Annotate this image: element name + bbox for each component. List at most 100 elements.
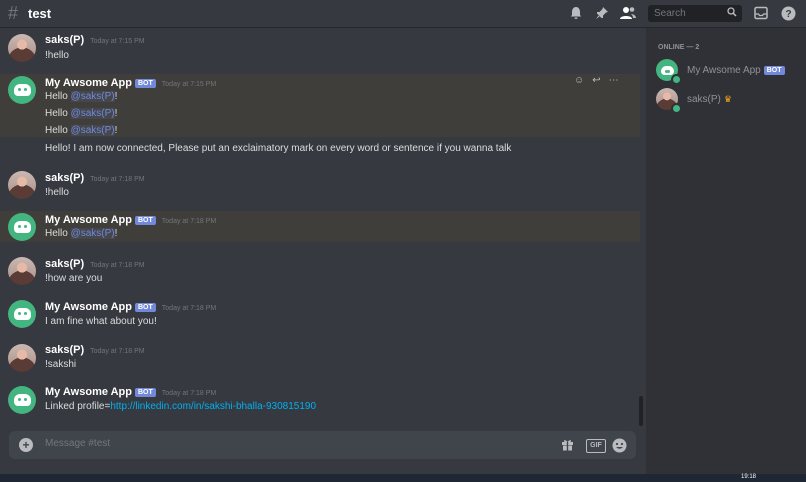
message-text: !how are you [45, 273, 103, 284]
message-text: Hello! I am now connected, Please put an… [45, 143, 512, 154]
help-icon[interactable]: ? [780, 5, 796, 21]
timestamp: Today at 7:15 PM [90, 38, 145, 45]
message-header: My Awsome App BOT Today at 7:15 PM [45, 77, 216, 89]
discord-logo-icon [13, 394, 31, 406]
author-name[interactable]: saks(P) [45, 34, 84, 46]
bot-avatar[interactable] [8, 76, 36, 104]
user-mention[interactable]: @saks(P) [70, 228, 115, 239]
message: saks(P) Today at 7:18 PM !how are you [0, 255, 640, 287]
user-avatar[interactable] [8, 344, 36, 372]
bot-tag: BOT [135, 303, 156, 312]
bot-tag: BOT [763, 66, 785, 75]
message-text: !hello [45, 50, 69, 61]
discord-logo-icon [13, 308, 31, 320]
discord-logo-icon [660, 65, 674, 75]
author-name[interactable]: saks(P) [45, 258, 84, 270]
clock: 19:18 [740, 474, 756, 480]
message-actions: ☺ ↩ ⋯ [574, 72, 634, 88]
owner-crown-icon: ♛ [723, 94, 732, 104]
online-heading: ONLINE — 2 [658, 44, 700, 51]
user-avatar[interactable] [8, 171, 36, 199]
scrollbar-thumb[interactable] [639, 396, 643, 426]
timestamp: Today at 7:18 PM [90, 348, 145, 355]
timestamp: Today at 7:18 PM [90, 262, 145, 269]
search-icon [727, 7, 737, 20]
bot-tag: BOT [135, 388, 156, 397]
bot-avatar[interactable] [8, 213, 36, 241]
bot-tag: BOT [135, 79, 156, 88]
members-icon[interactable] [620, 5, 636, 21]
message: My Awsome App BOT Today at 7:15 PM ☺ ↩ ⋯ H… [0, 74, 640, 137]
message-composer[interactable]: + Message #test GIF [9, 431, 636, 459]
bot-tag: BOT [135, 216, 156, 225]
gift-icon[interactable] [560, 438, 575, 453]
user-mention[interactable]: @saks(P) [70, 91, 115, 102]
message-list[interactable]: saks(P) Today at 7:15 PM !hello My Awsome… [0, 28, 646, 426]
message-text: !hello [45, 187, 69, 198]
message: My Awsome App BOT Today at 7:18 PM Hello @… [0, 211, 640, 242]
os-taskbar: 19:18 [0, 474, 806, 482]
message-header: saks(P) Today at 7:18 PM [45, 344, 145, 356]
timestamp: Today at 7:18 PM [161, 218, 217, 225]
inbox-icon[interactable] [753, 5, 769, 21]
message-text: Hello @saks(P)! [45, 125, 118, 136]
message-text: Hello @saks(P)! [45, 91, 118, 102]
add-reaction-icon[interactable]: ☺ [574, 75, 584, 86]
message-header: saks(P) Today at 7:18 PM [45, 172, 145, 184]
member-name: saks(P) ♛ [687, 94, 732, 105]
timestamp: Today at 7:18 PM [161, 305, 217, 312]
more-options-icon[interactable]: ⋯ [609, 75, 619, 86]
user-mention[interactable]: @saks(P) [70, 125, 115, 136]
member-item[interactable]: saks(P) ♛ [656, 88, 806, 114]
message: My Awsome App BOT Today at 7:18 PM I am fi… [0, 298, 640, 330]
message-header: My Awsome App BOT Today at 7:18 PM [45, 386, 216, 398]
author-name[interactable]: saks(P) [45, 344, 84, 356]
linkedin-link[interactable]: http://linkedin.com/in/sakshi-bhalla-930… [110, 401, 316, 412]
online-status-icon [671, 74, 682, 85]
message-header: saks(P) Today at 7:18 PM [45, 258, 145, 270]
author-name[interactable]: My Awsome App [45, 301, 132, 313]
author-name[interactable]: saks(P) [45, 172, 84, 184]
message-text: Linked profile=http://linkedin.com/in/sa… [45, 401, 317, 412]
discord-logo-icon [13, 84, 31, 96]
user-mention[interactable]: @saks(P) [70, 108, 115, 119]
message-text: I am fine what about you! [45, 316, 157, 327]
message-text: Hello @saks(P)! [45, 108, 118, 119]
svg-text:?: ? [785, 9, 791, 20]
member-name: My Awsome App BOT [687, 65, 785, 76]
message-input[interactable]: Message #test [45, 438, 110, 449]
member-list: ONLINE — 2 My Awsome App BOT saks(P) ♛ [646, 28, 806, 474]
bot-avatar[interactable] [8, 300, 36, 328]
search-input[interactable]: Search [648, 5, 742, 22]
user-avatar[interactable] [8, 34, 36, 62]
discord-logo-icon [13, 221, 31, 233]
message-text: !sakshi [45, 359, 77, 370]
author-name[interactable]: My Awsome App [45, 77, 132, 89]
pin-icon[interactable] [594, 5, 610, 21]
reply-icon[interactable]: ↩ [592, 75, 600, 86]
user-avatar[interactable] [8, 257, 36, 285]
message: saks(P) Today at 7:18 PM !hello [0, 169, 640, 201]
timestamp: Today at 7:18 PM [161, 390, 217, 397]
message: saks(P) Today at 7:15 PM !hello [0, 32, 640, 64]
gif-icon[interactable]: GIF [586, 439, 606, 453]
author-name[interactable]: My Awsome App [45, 214, 132, 226]
message: saks(P) Today at 7:18 PM !sakshi [0, 342, 640, 374]
author-name[interactable]: My Awsome App [45, 386, 132, 398]
search-placeholder: Search [654, 8, 686, 19]
upload-plus-icon[interactable]: + [19, 438, 33, 452]
message-header: My Awsome App BOT Today at 7:18 PM [45, 301, 216, 313]
message-header: saks(P) Today at 7:15 PM [45, 34, 145, 46]
channel-header: # test Search ? [0, 0, 806, 28]
emoji-icon[interactable] [612, 438, 627, 453]
bot-avatar[interactable] [8, 386, 36, 414]
message-text: Hello @saks(P)! [45, 228, 118, 239]
online-status-icon [671, 103, 682, 114]
member-item[interactable]: My Awsome App BOT [656, 59, 806, 85]
timestamp: Today at 7:18 PM [90, 176, 145, 183]
message-header: My Awsome App BOT Today at 7:18 PM [45, 214, 216, 226]
bell-icon[interactable] [568, 5, 584, 21]
channel-name: test [28, 6, 52, 21]
channel-hash-icon: # [8, 3, 19, 23]
timestamp: Today at 7:15 PM [161, 81, 217, 88]
